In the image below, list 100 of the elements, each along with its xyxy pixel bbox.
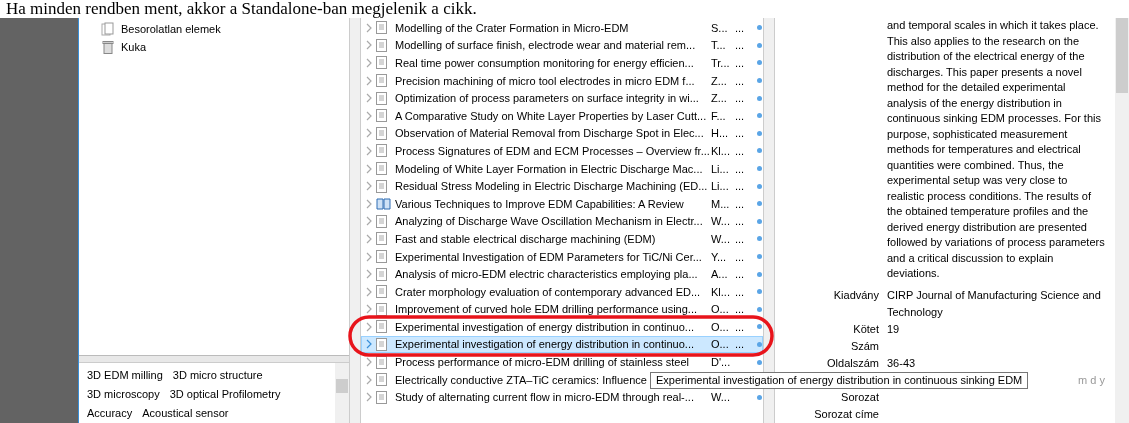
- tag-item[interactable]: 3D microscopy: [87, 388, 160, 400]
- item-row[interactable]: Experimental investigation of energy distribution in continuo... O... ...: [361, 335, 763, 354]
- item-row[interactable]: Analysis of micro-EDM electric characteristics employing pla... A... ...: [361, 265, 763, 283]
- collection-item[interactable]: Besorolatlan elemek: [121, 23, 221, 35]
- chevron-icon[interactable]: [366, 163, 373, 174]
- status-dot-icon: [757, 271, 762, 277]
- field-value[interactable]: 36-43: [887, 355, 1107, 372]
- status-dot-icon: [757, 201, 762, 207]
- item-row[interactable]: Analyzing of Discharge Wave Oscillation Mechanism in Electr... W... ...: [361, 212, 763, 231]
- item-date: ...: [735, 320, 745, 333]
- item-row[interactable]: Observation of Material Removal from Discharge Spot in Elec... H... ...: [361, 124, 763, 143]
- document-icon: [376, 56, 387, 70]
- chevron-icon[interactable]: [366, 392, 373, 403]
- document-icon: [376, 373, 387, 387]
- document-icon: [376, 355, 387, 369]
- item-creator: F...: [711, 109, 726, 122]
- item-row[interactable]: Process performance of micro-EDM drilling of stainless steel D'...: [361, 353, 763, 371]
- chevron-icon[interactable]: [366, 374, 373, 385]
- item-row[interactable]: Fast and stable electrical discharge machining (EDM) W... ...: [361, 230, 763, 248]
- item-title: Improvement of curved hole EDM drilling performance using...: [395, 303, 698, 316]
- item-row[interactable]: Process Signatures of EDM and ECM Processes – Overview fr...Kl... ...: [361, 142, 763, 160]
- item-row[interactable]: Various Techniques to Improve EDM Capabilities: A Review M... ...: [361, 194, 763, 213]
- document-icon: [376, 38, 387, 52]
- item-title: Real time power consumption monitoring for energy efficien...: [395, 57, 694, 69]
- tag-item[interactable]: Acoustical sensor: [142, 407, 229, 419]
- item-title: Modelling of surface finish, electrode wear and material rem...: [395, 39, 696, 52]
- chevron-icon[interactable]: [366, 93, 373, 104]
- document-icon: [376, 390, 387, 404]
- tag-item[interactable]: 3D micro structure: [172, 369, 263, 381]
- chevron-icon[interactable]: [366, 216, 373, 227]
- item-date: ...: [735, 232, 745, 245]
- caption-text: Ha minden rendben ment, akkor a Standalone-ban megjelenik a cikk.: [5, 0, 478, 18]
- item-date: ...: [735, 215, 745, 228]
- field-value[interactable]: CIRP Journal of Manufacturing Science and Technology: [887, 287, 1107, 321]
- item-row[interactable]: Real time power consumption monitoring for energy efficien... Tr... ...: [361, 54, 763, 72]
- status-dot-icon: [757, 166, 762, 172]
- chevron-icon[interactable]: [366, 251, 373, 262]
- item-creator: Li...: [711, 162, 729, 175]
- chevron-icon[interactable]: [366, 22, 373, 33]
- item-row[interactable]: Study of alternating current flow in micro-EDM through real-... W...: [361, 388, 763, 407]
- status-dot-icon: [757, 25, 762, 31]
- chevron-icon[interactable]: [366, 304, 373, 315]
- item-row[interactable]: Modeling of White Layer Formation in Electric Discharge Mac... Li... ...: [361, 159, 763, 178]
- chevron-icon[interactable]: [366, 339, 373, 350]
- status-dot-icon: [757, 148, 762, 154]
- status-dot-icon: [757, 183, 762, 189]
- item-row[interactable]: Experimental Investigation of EDM Parameters for TiC/Ni Cer... Y... ...: [361, 247, 763, 266]
- status-dot-icon: [757, 254, 762, 259]
- item-row[interactable]: Experimental investigation of energy distribution in continuo... O... ...: [361, 318, 763, 336]
- chevron-icon[interactable]: [366, 110, 373, 121]
- chevron-icon[interactable]: [366, 357, 373, 368]
- status-dot-icon: [757, 359, 762, 365]
- chevron-icon[interactable]: [366, 145, 373, 156]
- document-icon: [376, 285, 387, 299]
- chevron-icon[interactable]: [366, 181, 373, 192]
- chevron-icon[interactable]: [366, 40, 373, 51]
- tag-item[interactable]: 3D optical Profilometry: [169, 388, 281, 400]
- chevron-icon[interactable]: [366, 75, 373, 86]
- item-row[interactable]: Optimization of process parameters on surface integrity in wi... Z... ...: [361, 89, 763, 107]
- item-title: Analyzing of Discharge Wave Oscillation Mechanism in Electr...: [395, 215, 703, 228]
- field-value[interactable]: 19: [887, 321, 1107, 338]
- chevron-icon[interactable]: [366, 198, 373, 209]
- item-creator: Kl...: [711, 144, 730, 157]
- item-creator: H...: [711, 127, 729, 140]
- collection-item[interactable]: Kuka: [121, 41, 147, 53]
- chevron-icon[interactable]: [366, 269, 373, 280]
- tag-item[interactable]: Accuracy: [87, 407, 133, 419]
- chevron-icon[interactable]: [366, 233, 373, 244]
- item-creator: Tr...: [711, 57, 730, 69]
- chevron-icon[interactable]: [366, 58, 373, 68]
- item-title: Fast and stable electrical discharge machining (EDM): [395, 232, 656, 245]
- item-row[interactable]: Crater morphology evaluation of contemporary advanced ED... Kl... ...: [361, 282, 763, 301]
- documents-icon: [101, 22, 115, 36]
- tag-item[interactable]: 3D EDM milling: [87, 369, 163, 381]
- item-title: Various Techniques to Improve EDM Capabilities: A Review: [395, 197, 684, 210]
- chevron-icon[interactable]: [366, 128, 373, 139]
- status-dot-icon: [757, 42, 762, 48]
- item-title: Electrically conductive ZTA–TiC ceramics: Influence: [395, 373, 647, 386]
- item-row[interactable]: Modelling of the Crater Formation in Micro-EDM S... ...: [361, 19, 763, 37]
- item-creator: A...: [711, 268, 728, 281]
- document-icon: [376, 109, 387, 123]
- item-row[interactable]: Precision machining of micro tool electrodes in micro EDM f... Z... ...: [361, 71, 763, 90]
- item-creator: S...: [711, 21, 728, 34]
- chevron-icon[interactable]: [366, 321, 373, 332]
- item-date: ...: [735, 338, 745, 351]
- item-row[interactable]: Improvement of curved hole EDM drilling performance using... O... ...: [361, 300, 763, 319]
- document-icon: [376, 179, 387, 193]
- item-row[interactable]: A Comparative Study on White Layer Properties by Laser Cutt... F... ...: [361, 106, 763, 125]
- abstract-text: and temporal scales in which it takes place. This also applies to the research on the distribution of the electrical energy of the discharges. This paper presents a novel method for the detailed experimental analysis of the energy distribution in continuous sinking EDM processes. For this purpose, sophisticated measurement methods for temperatures and electrical quantities were combined. Thus, the experimental setup was very close to realistic process conditions. The results of the obtained temperature profiles and the derived energy distribution are presented followed by variations of process parameters and a critical discussion to explain deviations.: [887, 18, 1106, 281]
- book-icon: [376, 197, 391, 211]
- status-dot-icon: [757, 342, 762, 347]
- status-dot-icon: [757, 394, 762, 400]
- scrollbar[interactable]: [1115, 18, 1129, 423]
- item-title: Experimental Investigation of EDM Parameters for TiC/Ni Cer...: [395, 250, 702, 263]
- pane-splitter[interactable]: [349, 18, 361, 423]
- item-row[interactable]: Residual Stress Modeling in Electric Discharge Machining (ED... Li... ...: [361, 177, 763, 195]
- scrollbar[interactable]: [335, 363, 349, 423]
- field-label: Kötet: [853, 323, 879, 335]
- item-row[interactable]: Modelling of surface finish, electrode wear and material rem... T... ...: [361, 36, 763, 55]
- chevron-icon[interactable]: [366, 286, 373, 297]
